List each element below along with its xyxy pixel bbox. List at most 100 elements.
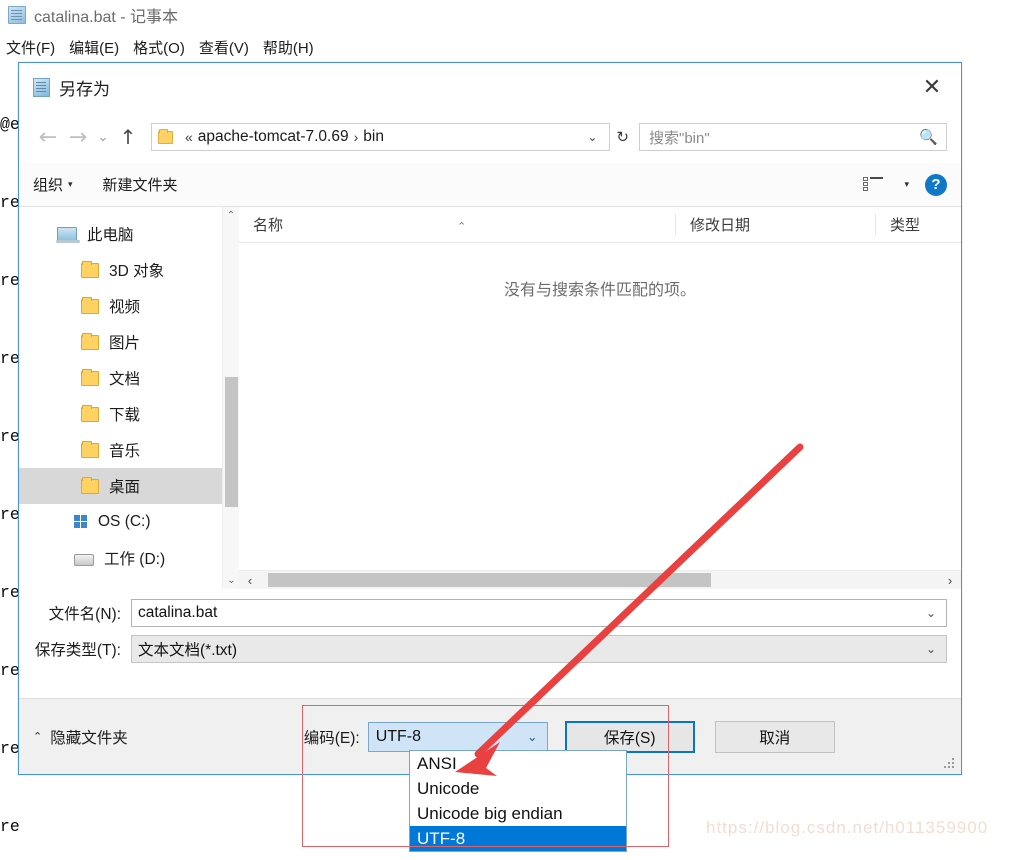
menu-help[interactable]: 帮助(H) <box>263 37 314 58</box>
sidebar-item-label: OS (C:) <box>98 513 151 530</box>
encoding-option-unicode-big-endian[interactable]: Unicode big endian <box>410 801 626 826</box>
sidebar-item-os-c[interactable]: OS (C:) <box>19 504 239 540</box>
recent-locations-icon[interactable]: ⌄ <box>93 122 113 152</box>
new-folder-button[interactable]: 新建文件夹 <box>103 174 178 195</box>
column-header-type[interactable]: 类型 <box>875 214 935 235</box>
chevron-down-icon[interactable]: ⌄ <box>522 729 543 745</box>
folder-documents-icon <box>81 368 99 386</box>
organize-button[interactable]: 组织 ▾ <box>33 174 73 195</box>
navigation-bar: ← → ⌄ ↑ « apache-tomcat-7.0.69 › bin ⌄ ↻… <box>19 111 961 163</box>
filetype-row: 保存类型(T): 文本文档(*.txt) ⌄ <box>19 631 961 667</box>
sidebar-item-label: 文档 <box>109 371 141 388</box>
resize-grip[interactable] <box>944 758 956 770</box>
notepad-title: catalina.bat - 记事本 <box>34 9 179 26</box>
hide-folders-button[interactable]: ⌃ 隐藏文件夹 <box>33 726 128 748</box>
sort-ascending-icon: ⌃ <box>457 221 467 233</box>
breadcrumb-separator: › <box>353 129 359 145</box>
filename-input[interactable]: catalina.bat ⌄ <box>131 599 947 627</box>
sidebar-item-3d-objects[interactable]: 3D 对象 <box>19 252 239 288</box>
sidebar-item-this-pc[interactable]: 此电脑 <box>19 216 239 252</box>
refresh-icon[interactable]: ↻ <box>610 128 635 146</box>
notepad-menubar: 文件(F) 编辑(E) 格式(O) 查看(V) 帮助(H) <box>0 34 1013 60</box>
dialog-title: 另存为 <box>59 79 110 99</box>
cancel-button[interactable]: 取消 <box>714 720 835 753</box>
help-icon[interactable]: ? <box>925 173 947 196</box>
file-list-hscrollbar[interactable]: ‹ › <box>239 570 961 589</box>
column-header-name[interactable]: 名称 ⌃ <box>239 214 675 235</box>
encoding-option-utf8[interactable]: UTF-8 <box>410 826 626 851</box>
column-header-row: 名称 ⌃ 修改日期 类型 <box>239 207 961 243</box>
folder-pictures-icon <box>81 332 99 350</box>
sidebar-item-music[interactable]: 音乐 <box>19 432 239 468</box>
menu-format[interactable]: 格式(O) <box>133 37 185 58</box>
sidebar-scrollbar[interactable]: ⌃ ⌄ <box>222 207 239 589</box>
notepad-titlebar: catalina.bat - 记事本 <box>0 0 1013 30</box>
sidebar-item-work-d[interactable]: 工作 (D:) <box>19 540 239 576</box>
filename-label: 文件名(N): <box>48 606 121 623</box>
hard-drive-icon <box>74 553 94 566</box>
search-input[interactable]: 搜索"bin" 🔍 <box>639 123 947 151</box>
filename-value: catalina.bat <box>138 604 218 621</box>
filename-row: 文件名(N): catalina.bat ⌄ <box>19 595 961 631</box>
chevron-up-icon: ⌃ <box>33 731 43 743</box>
toolbar-right: ▾ ? <box>863 173 947 196</box>
chevron-down-icon[interactable]: ⌄ <box>920 642 942 656</box>
sidebar-item-pictures[interactable]: 图片 <box>19 324 239 360</box>
chevron-down-icon[interactable]: ▾ <box>904 179 909 190</box>
sidebar-item-label: 音乐 <box>109 443 141 460</box>
save-as-dialog: 另存为 ✕ ← → ⌄ ↑ « apache-tomcat-7.0.69 › b… <box>18 62 962 775</box>
new-folder-label: 新建文件夹 <box>102 177 178 194</box>
encoding-label: 编码(E): <box>303 729 360 747</box>
forward-button[interactable]: → <box>63 122 93 152</box>
folder-videos-icon <box>81 296 99 314</box>
dialog-titlebar: 另存为 ✕ <box>19 63 961 111</box>
scroll-left-icon[interactable]: ‹ <box>239 573 261 588</box>
sidebar-item-videos[interactable]: 视频 <box>19 288 239 324</box>
organize-label: 组织 <box>33 177 64 194</box>
save-button[interactable]: 保存(S) <box>564 720 695 753</box>
address-bar[interactable]: « apache-tomcat-7.0.69 › bin ⌄ <box>151 123 611 151</box>
encoding-dropdown-list[interactable]: ANSI Unicode Unicode big endian UTF-8 <box>409 750 627 852</box>
view-mode-icon[interactable] <box>863 176 884 193</box>
encoding-value: UTF-8 <box>375 727 422 745</box>
back-button[interactable]: ← <box>33 122 63 152</box>
this-pc-icon <box>56 227 80 243</box>
sidebar-item-label: 桌面 <box>109 479 141 496</box>
scroll-up-icon[interactable]: ⌃ <box>223 207 239 224</box>
sidebar-item-documents[interactable]: 文档 <box>19 360 239 396</box>
menu-edit[interactable]: 编辑(E) <box>69 37 119 58</box>
breadcrumb-prefix: « <box>185 129 193 145</box>
screen: catalina.bat - 记事本 文件(F) 编辑(E) 格式(O) 查看(… <box>0 0 1013 860</box>
close-icon[interactable]: ✕ <box>909 67 955 107</box>
menu-view[interactable]: 查看(V) <box>199 37 249 58</box>
breadcrumb-segment-root[interactable]: apache-tomcat-7.0.69 <box>198 128 349 146</box>
encoding-combobox[interactable]: UTF-8 ⌄ <box>367 721 548 752</box>
encoding-option-unicode[interactable]: Unicode <box>410 776 626 801</box>
scrollbar-thumb[interactable] <box>225 377 238 507</box>
column-header-date[interactable]: 修改日期 <box>675 214 875 235</box>
encoding-option-ansi[interactable]: ANSI <box>410 751 626 776</box>
sidebar-item-label: 图片 <box>109 335 141 352</box>
folder-icon <box>158 128 173 144</box>
search-icon: 🔍 <box>919 129 938 146</box>
navigation-pane: 此电脑 3D 对象 视频 图片 文档 下载 音乐 桌面 OS (C:) 工作 (… <box>19 207 239 589</box>
menu-file[interactable]: 文件(F) <box>6 37 55 58</box>
scroll-down-icon[interactable]: ⌄ <box>223 572 240 589</box>
folder-downloads-icon <box>81 404 99 422</box>
folder-music-icon <box>81 440 99 458</box>
file-list-pane: 名称 ⌃ 修改日期 类型 没有与搜索条件匹配的项。 ‹ › <box>239 207 961 589</box>
column-label: 修改日期 <box>690 217 751 234</box>
up-button[interactable]: ↑ <box>113 122 143 152</box>
column-label: 类型 <box>890 217 921 234</box>
filetype-value: 文本文档(*.txt) <box>138 642 238 659</box>
notepad-icon <box>8 6 26 24</box>
hscrollbar-thumb[interactable] <box>268 573 711 587</box>
breadcrumb-segment-current[interactable]: bin <box>363 128 384 146</box>
sidebar-item-downloads[interactable]: 下载 <box>19 396 239 432</box>
chevron-down-icon[interactable]: ⌄ <box>920 606 942 620</box>
filetype-combobox[interactable]: 文本文档(*.txt) ⌄ <box>131 635 947 663</box>
chevron-down-icon[interactable]: ⌄ <box>579 130 605 144</box>
scroll-right-icon[interactable]: › <box>939 573 961 588</box>
empty-list-message: 没有与搜索条件匹配的项。 <box>503 282 696 299</box>
sidebar-item-desktop[interactable]: 桌面 <box>19 468 239 504</box>
